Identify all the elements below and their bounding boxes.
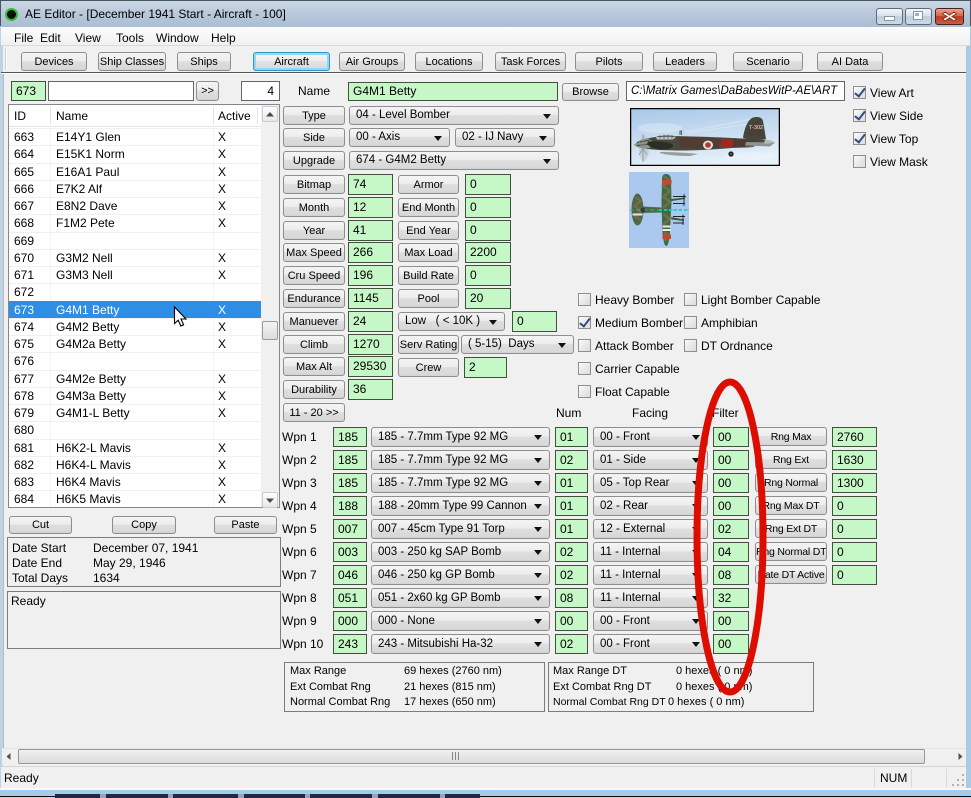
svg-text:T-302: T-302: [749, 125, 763, 131]
